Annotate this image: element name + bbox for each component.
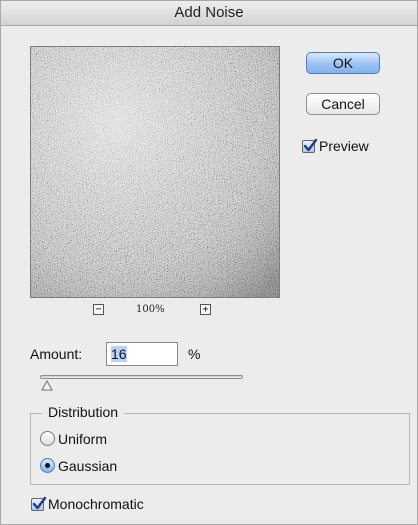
minus-icon: − — [95, 304, 102, 315]
dialog-title: Add Noise — [1, 1, 417, 26]
uniform-label: Uniform — [58, 431, 108, 447]
uniform-radio[interactable] — [40, 431, 55, 446]
amount-slider-track[interactable] — [40, 375, 243, 379]
gaussian-label: Gaussian — [58, 458, 118, 474]
amount-unit: % — [188, 346, 201, 362]
noise-preview[interactable] — [30, 46, 280, 298]
gaussian-radio[interactable] — [40, 458, 55, 473]
checkmark-icon — [32, 496, 47, 510]
amount-input[interactable]: 16 — [106, 342, 178, 366]
distribution-legend: Distribution — [42, 404, 125, 420]
distribution-group — [30, 413, 410, 485]
add-noise-dialog: Add Noise − 100% + OK Cancel Preview Amo… — [0, 0, 418, 525]
amount-slider-thumb[interactable] — [41, 380, 53, 391]
preview-label: Preview — [319, 138, 369, 154]
amount-value: 16 — [111, 346, 127, 362]
plus-icon: + — [202, 304, 209, 315]
checkmark-icon — [303, 138, 318, 152]
cancel-button[interactable]: Cancel — [306, 93, 380, 115]
radio-selected-dot — [45, 463, 50, 468]
zoom-in-button[interactable]: + — [200, 304, 211, 315]
monochromatic-checkbox[interactable] — [31, 496, 47, 511]
amount-label: Amount: — [30, 346, 83, 362]
zoom-level: 100% — [136, 304, 165, 315]
monochromatic-label: Monochromatic — [48, 496, 144, 512]
preview-checkbox[interactable] — [302, 138, 318, 153]
noise-preview-image — [31, 47, 279, 297]
ok-button[interactable]: OK — [306, 52, 380, 74]
zoom-out-button[interactable]: − — [93, 304, 104, 315]
